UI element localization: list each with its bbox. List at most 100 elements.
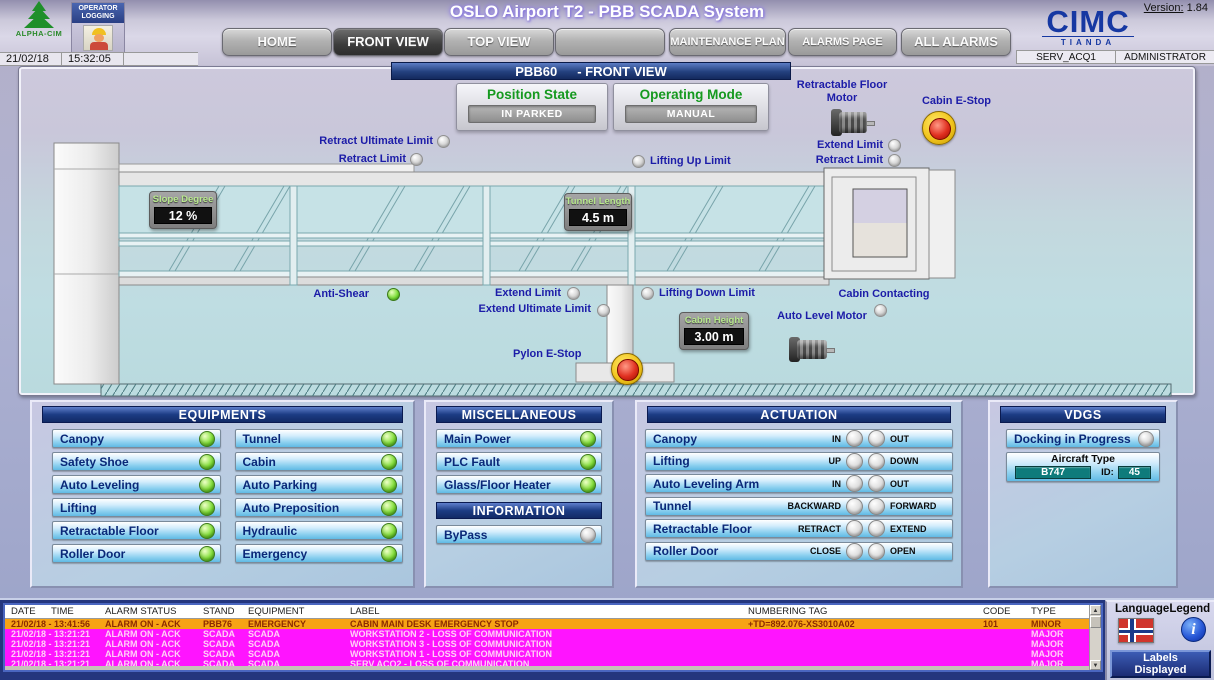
scroll-down-icon[interactable]: ▼ (1090, 660, 1101, 670)
operator-logging-button[interactable]: OPERATOR LOGGING (71, 2, 125, 53)
nav-home-button[interactable]: HOME (222, 28, 332, 56)
tunnel-backward-button[interactable] (846, 498, 863, 515)
pylon-e-stop-icon (611, 353, 643, 385)
auto-level-motor-icon (789, 337, 835, 365)
info-bypass: ByPass (436, 525, 602, 544)
miscellaneous-panel: MISCELLANEOUS Main Power PLC Fault Glass… (424, 400, 614, 588)
tunnel-length-label: Tunnel Length (565, 194, 631, 207)
lifting-down-button[interactable] (868, 453, 885, 470)
auto-preposition-status-led (381, 500, 397, 516)
equipment-emergency: Emergency (235, 544, 404, 563)
alarm-row[interactable]: 21/02/18 - 13:21:21ALARM ON - ACKSCADASC… (5, 639, 1101, 649)
nav-front-view-button[interactable]: FRONT VIEW (333, 28, 443, 56)
pylon-e-stop-label: Pylon E-Stop (513, 348, 581, 361)
equipment-auto-preposition: Auto Preposition (235, 498, 404, 517)
front-view-panel: PBB60 - FRONT VIEW Position State IN PAR… (18, 66, 1196, 396)
lifting-up-limit-indicator (632, 155, 645, 168)
cabin-contacting-label: Cabin Contacting (824, 288, 944, 301)
auto-leveling-status-led (199, 477, 215, 493)
aircraft-type-label: Aircraft Type (1007, 453, 1159, 466)
retract-limit-left-indicator (410, 153, 423, 166)
equipment-tunnel: Tunnel (235, 429, 404, 448)
cabin-e-stop-icon (922, 111, 956, 145)
extend-ultimate-limit-indicator (597, 304, 610, 317)
misc-plc-fault: PLC Fault (436, 452, 602, 471)
nav-alarms-page-button[interactable]: ALARMS PAGE (788, 28, 897, 56)
view-title-bar: PBB60 - FRONT VIEW (391, 62, 791, 80)
anti-shear-label: Anti-Shear (289, 288, 369, 301)
nav-maintenance-plan-button[interactable]: MAINTENANCE PLAN (669, 28, 786, 56)
actuation-auto-leveling-arm: Auto Leveling Arm INOUT (645, 474, 953, 493)
auto-leveling-arm-out-button[interactable] (868, 475, 885, 492)
emergency-status-led (381, 546, 397, 562)
canopy-in-button[interactable] (846, 430, 863, 447)
bridge-drawing (19, 67, 1197, 397)
aircraft-id-label: ID: (1101, 467, 1114, 478)
slope-degree-value: 12 % (154, 207, 212, 224)
alarm-section: DATE TIME ALARM STATUS STAND EQUIPMENT L… (0, 598, 1214, 680)
safety-shoe-status-led (199, 454, 215, 470)
vdgs-header: VDGS (1000, 406, 1166, 423)
bypass-status-led (580, 527, 596, 543)
alarm-scrollbar[interactable]: ▲ ▼ (1089, 605, 1101, 670)
tunnel-length-box: Tunnel Length 4.5 m (564, 193, 632, 231)
version-info: Version: 1.84 (1144, 2, 1208, 14)
auto-level-motor-label: Auto Level Motor (776, 310, 868, 323)
cabin-height-label: Cabin Height (680, 313, 748, 326)
nav-all-alarms-button[interactable]: ALL ALARMS (901, 28, 1011, 56)
operating-mode-value: MANUAL (625, 105, 757, 123)
slope-degree-box: Slope Degree 12 % (149, 191, 217, 229)
scroll-up-icon[interactable]: ▲ (1090, 605, 1101, 615)
alarm-row[interactable]: 21/02/18 - 13:21:21ALARM ON - ACKSCADASC… (5, 629, 1101, 639)
plc-fault-status-led (580, 454, 596, 470)
legend-label: Legend (1169, 603, 1210, 615)
alarm-row[interactable]: 21/02/18 - 13:41:56ALARM ON - ACKPBB76EM… (5, 619, 1101, 629)
operating-mode-box: Operating Mode MANUAL (613, 83, 769, 131)
misc-main-power: Main Power (436, 429, 602, 448)
roller-door-status-led (199, 546, 215, 562)
aircraft-type-box: Aircraft Type B747 ID: 45 (1006, 452, 1160, 482)
retractable-floor-extend-button[interactable] (868, 520, 885, 537)
operating-mode-label: Operating Mode (614, 84, 768, 102)
roller-door-open-button[interactable] (868, 543, 885, 560)
glass-floor-heater-status-led (580, 477, 596, 493)
equipment-hydraulic: Hydraulic (235, 521, 404, 540)
alpha-cim-logo: ALPHA-CIM (8, 1, 70, 51)
scroll-thumb[interactable] (1090, 616, 1101, 628)
main-power-status-led (580, 431, 596, 447)
equipment-retractable-floor: Retractable Floor (52, 521, 221, 540)
lifting-up-button[interactable] (846, 453, 863, 470)
equipments-header: EQUIPMENTS (42, 406, 403, 423)
hydraulic-status-led (381, 523, 397, 539)
nav-top-view-button[interactable]: TOP VIEW (444, 28, 554, 56)
alarm-table: DATE TIME ALARM STATUS STAND EQUIPMENT L… (3, 603, 1103, 672)
alarm-row[interactable]: 21/02/18 - 13:21:21ALARM ON - ACKSCADASC… (5, 649, 1101, 659)
legend-info-icon[interactable]: i (1181, 617, 1206, 642)
retract-limit-cabin-label: Retract Limit (791, 154, 883, 167)
canopy-out-button[interactable] (868, 430, 885, 447)
aircraft-id-value: 45 (1118, 466, 1151, 479)
tunnel-forward-button[interactable] (868, 498, 885, 515)
retractable-floor-status-led (199, 523, 215, 539)
operator-logging-label-1: OPERATOR (72, 5, 124, 13)
auto-parking-status-led (381, 477, 397, 493)
header-bar: OSLO Airport T2 - PBB SCADA System ALPHA… (0, 0, 1214, 66)
labels-displayed-button[interactable]: Labels Displayed (1110, 650, 1211, 678)
cimc-logo: CIMC TIANDA (1032, 8, 1144, 47)
auto-leveling-arm-in-button[interactable] (846, 475, 863, 492)
nav-blank-button[interactable] (555, 28, 665, 56)
operator-logging-label-2: LOGGING (72, 13, 124, 21)
position-state-box: Position State IN PARKED (456, 83, 608, 131)
equipment-auto-leveling: Auto Leveling (52, 475, 221, 494)
retract-limit-left-label: Retract Limit (276, 153, 406, 166)
retractable-floor-retract-button[interactable] (846, 520, 863, 537)
slope-degree-label: Slope Degree (150, 192, 216, 205)
roller-door-close-button[interactable] (846, 543, 863, 560)
retractable-floor-motor-icon (831, 109, 875, 139)
norwegian-flag-icon[interactable] (1118, 618, 1154, 643)
retract-limit-cabin-indicator (888, 154, 901, 167)
alpha-cim-logo-text: ALPHA-CIM (8, 29, 70, 38)
actuation-tunnel: Tunnel BACKWARDFORWARD (645, 497, 953, 516)
current-date: 21/02/18 (0, 53, 62, 65)
position-state-value: IN PARKED (468, 105, 596, 123)
